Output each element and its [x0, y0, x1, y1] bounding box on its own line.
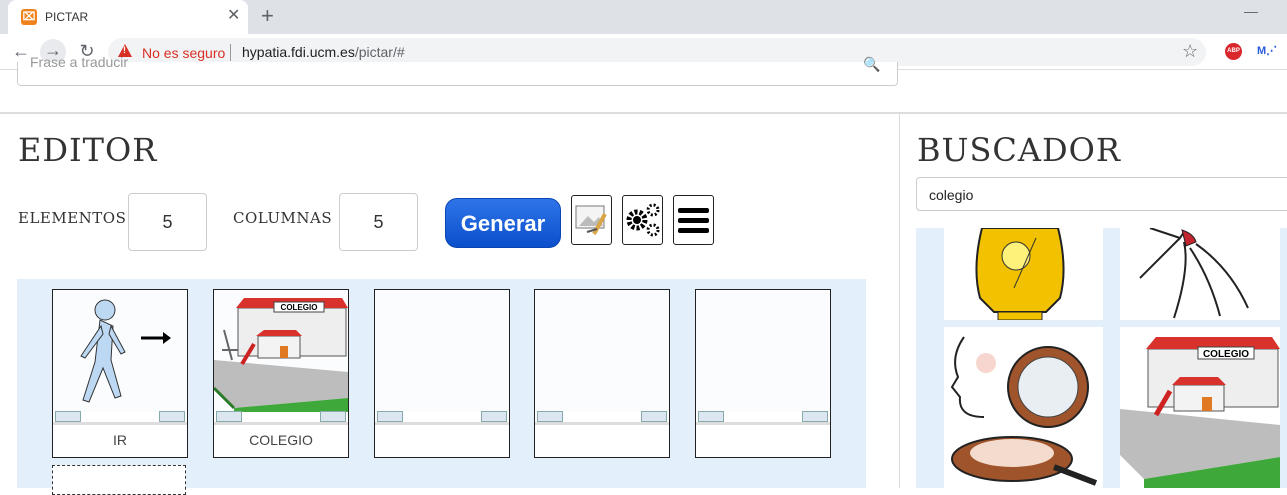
- card-word: COLEGIO: [249, 432, 313, 448]
- school-picto-result-icon[interactable]: COLEGIO: [1120, 327, 1280, 488]
- walking-person-picto-icon: [53, 290, 187, 412]
- edit-card-icon[interactable]: [159, 411, 185, 422]
- image-toggle-icon[interactable]: [537, 411, 563, 422]
- empty-picto: [375, 290, 509, 412]
- edit-card-icon[interactable]: [320, 411, 346, 422]
- picto-search-input[interactable]: colegio: [916, 177, 1287, 211]
- pictogram-card[interactable]: [695, 289, 831, 458]
- tab-title: PICTAR: [45, 10, 89, 24]
- phrase-placeholder: Frase a traducir: [30, 54, 129, 70]
- image-toggle-icon[interactable]: [55, 411, 81, 422]
- search-query: colegio: [929, 187, 974, 203]
- elementos-input[interactable]: 5: [128, 193, 207, 251]
- m-extension-label: M: [1257, 45, 1267, 57]
- pictogram-card[interactable]: COLEGIO COLEGIO: [213, 289, 349, 458]
- edit-image-button[interactable]: [571, 195, 612, 245]
- security-status[interactable]: No es seguro: [142, 45, 225, 61]
- tab-pictar[interactable]: ⌧ PICTAR ✕: [8, 0, 248, 34]
- columnas-label: COLUMNAS: [233, 209, 333, 227]
- menu-button[interactable]: [673, 195, 714, 245]
- bookmark-star-icon[interactable]: ☆: [1182, 41, 1198, 62]
- minimize-icon[interactable]: —: [1244, 3, 1258, 19]
- buscador-heading: BUSCADOR: [917, 131, 1121, 169]
- xampp-favicon-icon: ⌧: [21, 9, 37, 25]
- elementos-label: ELEMENTOS: [18, 209, 127, 227]
- edit-card-icon[interactable]: [641, 411, 667, 422]
- card-word: IR: [113, 432, 127, 448]
- pictogram-card[interactable]: [534, 289, 670, 458]
- new-tab-icon[interactable]: +: [261, 5, 274, 27]
- m-extension-icon[interactable]: M⋰: [1257, 44, 1277, 57]
- image-toggle-icon[interactable]: [377, 411, 403, 422]
- school-sign: COLEGIO: [1203, 349, 1249, 360]
- perfume-picto-icon[interactable]: [944, 228, 1103, 320]
- empty-picto: [696, 290, 830, 412]
- hair-tie-picto-icon[interactable]: [1120, 228, 1280, 320]
- adblock-extension-icon[interactable]: ABP: [1225, 43, 1242, 60]
- url-host: hypatia.fdi.ucm.es: [242, 44, 355, 60]
- url-path: /pictar/#: [354, 44, 405, 60]
- school-picto-icon: COLEGIO: [214, 290, 348, 412]
- close-tab-icon[interactable]: ✕: [227, 8, 240, 24]
- tab-bar: ⌧ PICTAR ✕ + —: [0, 0, 1287, 34]
- columnas-input[interactable]: 5: [339, 193, 418, 251]
- pictogram-card[interactable]: IR: [52, 289, 188, 458]
- generate-button[interactable]: Generar: [445, 198, 561, 248]
- pictogram-card[interactable]: [374, 289, 510, 458]
- add-card-placeholder[interactable]: [52, 465, 186, 495]
- makeup-compact-picto-icon[interactable]: [944, 327, 1103, 488]
- image-toggle-icon[interactable]: [698, 411, 724, 422]
- edit-card-icon[interactable]: [481, 411, 507, 422]
- search-icon[interactable]: 🔍: [863, 56, 880, 73]
- school-sign: COLEGIO: [281, 303, 318, 312]
- image-toggle-icon[interactable]: [216, 411, 242, 422]
- edit-image-icon: [575, 205, 607, 235]
- gears-icon: [626, 203, 660, 237]
- settings-button[interactable]: [622, 195, 663, 245]
- editor-heading: EDITOR: [18, 131, 158, 169]
- hamburger-icon: [678, 208, 709, 233]
- phrase-input[interactable]: Frase a traducir 🔍: [17, 54, 898, 86]
- edit-card-icon[interactable]: [802, 411, 828, 422]
- url-text[interactable]: hypatia.fdi.ucm.es/pictar/#: [242, 44, 405, 60]
- empty-picto: [535, 290, 669, 412]
